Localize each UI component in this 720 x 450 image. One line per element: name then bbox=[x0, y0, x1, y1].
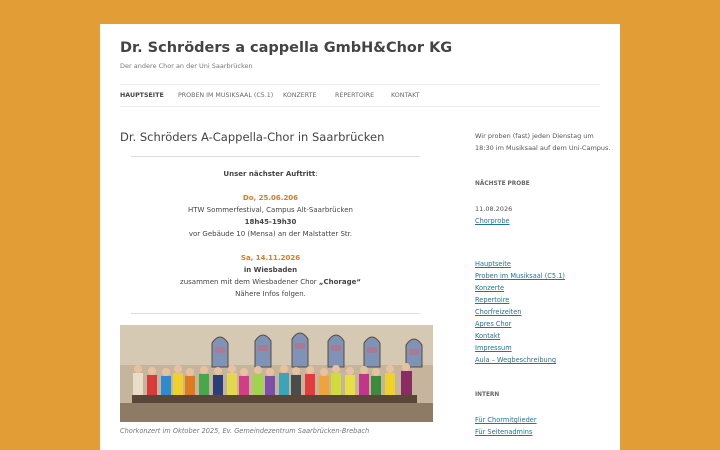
page-content: Dr. Schröders a cappella GmbH&Chor KG De… bbox=[100, 24, 620, 450]
sidebar-intro-line1: Wir proben (fast) jeden Dienstag um bbox=[475, 132, 594, 140]
sidebar-link-impressum[interactable]: Impressum bbox=[475, 344, 512, 352]
entry-title: Dr. Schröders A-Cappella-Chor in Saarbrü… bbox=[120, 130, 385, 144]
sidebar-link-repertoire[interactable]: Repertoire bbox=[475, 296, 509, 304]
event2-line1-text: zusammen mit dem Wiesbadener Chor bbox=[180, 278, 319, 286]
divider-bottom bbox=[131, 313, 420, 314]
sidebar-link-proben[interactable]: Proben im Musiksaal (C5.1) bbox=[475, 272, 565, 280]
choir-photo bbox=[120, 325, 433, 422]
event2-place: in Wiesbaden bbox=[243, 266, 298, 274]
sidebar-link-chormitglieder[interactable]: Für Chormitglieder bbox=[475, 416, 537, 424]
sidebar-next-rehearsal-link[interactable]: Chorprobe bbox=[475, 217, 510, 225]
photo-caption: Chorkonzert im Oktober 2025, Ev. Gemeind… bbox=[120, 427, 370, 435]
event2-line1: zusammen mit dem Wiesbadener Chor „Chora… bbox=[120, 278, 421, 286]
nav-item-repertoire[interactable]: Repertoire bbox=[335, 92, 374, 99]
sidebar-link-konzerte[interactable]: Konzerte bbox=[475, 284, 504, 292]
site-description: Der andere Chor an der Uni Saarbrücken bbox=[120, 62, 253, 70]
sidebar-link-hauptseite[interactable]: Hauptseite bbox=[475, 260, 511, 268]
main-navigation: Hauptseite Proben im Musiksaal (C5.1) Ko… bbox=[120, 84, 600, 107]
nav-item-proben[interactable]: Proben im Musiksaal (C5.1) bbox=[178, 92, 273, 99]
sidebar-next-rehearsal-heading: Nächste Probe bbox=[475, 181, 530, 187]
event1-date: Do, 25.06.206 bbox=[242, 194, 299, 202]
sidebar-link-kontakt[interactable]: Kontakt bbox=[475, 332, 500, 340]
event2-line2: Nähere Infos folgen. bbox=[235, 290, 306, 298]
sidebar-intern-heading: Intern bbox=[475, 392, 500, 398]
sidebar-link-chorfreizeiten[interactable]: Chorfreizeiten bbox=[475, 308, 521, 316]
nav-item-kontakt[interactable]: Kontakt bbox=[391, 92, 420, 99]
sidebar-link-aula[interactable]: Aula – Wegbeschreibung bbox=[475, 356, 556, 364]
site-title[interactable]: Dr. Schröders a cappella GmbH&Chor KG bbox=[120, 40, 452, 56]
event1-line2: vor Gebäude 10 (Mensa) an der Malstatter… bbox=[188, 230, 353, 238]
event2-choir-name: „Chorage“ bbox=[318, 278, 361, 286]
event1-line1: HTW Sommerfestival, Campus Alt-Saarbrück… bbox=[188, 206, 353, 214]
next-appearance-colon: : bbox=[315, 170, 318, 178]
sidebar-next-date: 11.08.2026 bbox=[475, 205, 513, 213]
nav-item-konzerte[interactable]: Konzerte bbox=[283, 92, 317, 99]
divider-top bbox=[131, 156, 420, 157]
sidebar-link-apres-chor[interactable]: Apres Chor bbox=[475, 320, 511, 328]
nav-item-hauptseite[interactable]: Hauptseite bbox=[120, 92, 164, 99]
sidebar-intro-line2: 18:30 im Musiksaal auf dem Uni-Campus. bbox=[475, 144, 611, 152]
choir-photo-image bbox=[120, 325, 433, 422]
event2-date: Sa, 14.11.2026 bbox=[240, 254, 301, 262]
next-appearance-label: Unser nächster Auftritt bbox=[223, 170, 316, 178]
next-appearance-heading: Unser nächster Auftritt: bbox=[120, 170, 421, 178]
event1-time: 18h45-19h30 bbox=[244, 218, 297, 226]
sidebar-link-seitenadmins[interactable]: Für Seitenadmins bbox=[475, 428, 532, 436]
